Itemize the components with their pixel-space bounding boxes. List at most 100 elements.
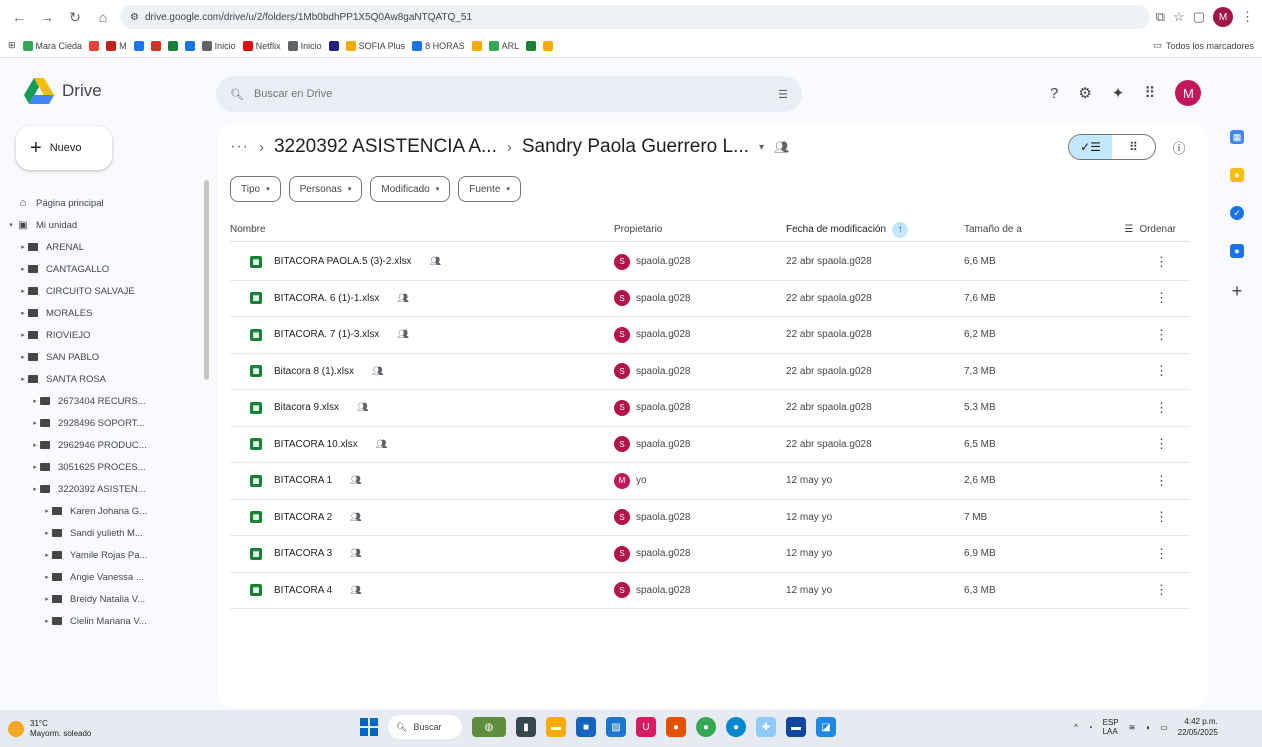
sidebar-folder[interactable]: ▸ 2962946 PRODUC... <box>0 434 206 456</box>
expand-arrow-icon[interactable]: ▸ <box>18 243 28 251</box>
account-avatar[interactable]: M <box>1175 80 1202 106</box>
more-actions-icon[interactable]: ⋮ <box>1104 400 1190 416</box>
app-icon[interactable]: ● <box>666 717 686 737</box>
forward-icon[interactable]: → <box>36 6 58 28</box>
reload-icon[interactable]: ↻ <box>64 6 86 28</box>
bookmark-item[interactable] <box>526 40 537 51</box>
sidebar-folder[interactable]: ▸ 2928496 SOPORT... <box>0 412 206 434</box>
more-actions-icon[interactable]: ⋮ <box>1104 473 1190 489</box>
breadcrumb-more[interactable]: ··· <box>230 138 249 156</box>
browser-profile-avatar[interactable]: M <box>1213 7 1233 27</box>
search-bar[interactable]: 🔍︎ ☰ <box>216 76 802 112</box>
more-actions-icon[interactable]: ⋮ <box>1104 546 1190 562</box>
bookmark-item[interactable]: M <box>106 40 127 51</box>
sidebar-folder[interactable]: ▸ 2673404 RECURS... <box>0 390 206 412</box>
app-icon[interactable]: ◪ <box>816 717 836 737</box>
sidebar-item-home[interactable]: ⌂ Página principal <box>0 192 206 214</box>
keep-icon[interactable]: ● <box>1230 168 1244 182</box>
sidebar-folder[interactable]: ▸ CANTAGALLO <box>0 258 206 280</box>
extensions-icon[interactable]: ▢ <box>1193 9 1205 25</box>
more-actions-icon[interactable]: ⋮ <box>1104 582 1190 598</box>
chevron-down-icon[interactable]: ▾ <box>759 142 764 153</box>
add-addon-icon[interactable]: + <box>1228 281 1246 301</box>
bookmark-item[interactable]: SOFIA Plus <box>345 40 405 51</box>
sidebar-item-my-drive[interactable]: ▾ ▣ Mi unidad <box>0 214 206 236</box>
expand-arrow-icon[interactable]: ▸ <box>30 419 40 427</box>
gemini-icon[interactable]: ✦ <box>1112 84 1125 102</box>
file-row[interactable]: ▦ BITACORA 4 👥︎ Sspaola.g028 12 may yo 6,3 MB… <box>230 573 1190 609</box>
expand-arrow-icon[interactable]: ▸ <box>18 287 28 295</box>
file-name-cell[interactable]: ▦ BITACORA 1 👥︎ <box>230 474 614 487</box>
all-bookmarks[interactable]: ▭ Todos los marcadores <box>1153 40 1254 51</box>
expand-arrow-icon[interactable]: ▸ <box>42 617 52 625</box>
expand-arrow-icon[interactable]: ▸ <box>42 529 52 537</box>
filter-chip-fuente[interactable]: Fuente ▾ <box>458 176 521 202</box>
sidebar-folder[interactable]: ▸ Sandi yulieth M... <box>0 522 206 544</box>
expand-arrow-icon[interactable]: ▸ <box>42 595 52 603</box>
bookmark-item[interactable]: Mara Cieda <box>22 40 82 51</box>
column-modified[interactable]: Fecha de modificación ↑ <box>786 221 964 238</box>
search-options-icon[interactable]: ☰ <box>778 88 788 101</box>
app-icon[interactable]: ▬ <box>786 717 806 737</box>
sort-arrow-icon[interactable]: ↑ <box>892 221 909 238</box>
expand-arrow-icon[interactable]: ▾ <box>6 221 16 229</box>
volume-icon[interactable]: ◖ <box>1145 723 1150 732</box>
widgets-app-icon[interactable]: ◍ <box>472 717 506 737</box>
expand-arrow-icon[interactable]: ▸ <box>30 397 40 405</box>
store-icon[interactable]: ■ <box>576 717 596 737</box>
file-name-cell[interactable]: ▦ BITACORA PAOLA.5 (3)-2.xlsx 👥︎ <box>230 255 614 268</box>
contacts-icon[interactable]: ● <box>1230 244 1244 258</box>
tasks-icon[interactable]: ✓ <box>1230 206 1244 220</box>
file-name-cell[interactable]: ▦ BITACORA 3 👥︎ <box>230 547 614 560</box>
expand-arrow-icon[interactable]: ▸ <box>42 551 52 559</box>
battery-icon[interactable]: ▭ <box>1160 723 1168 732</box>
more-actions-icon[interactable]: ⋮ <box>1104 290 1190 306</box>
sidebar-folder[interactable]: ▸ Breidy Natalia V... <box>0 588 206 610</box>
file-name-cell[interactable]: ▦ BITACORA 4 👥︎ <box>230 584 614 597</box>
sidebar-folder[interactable]: ▸ RIOVIEJO <box>0 324 206 346</box>
sidebar-folder[interactable]: ▸ Angie Vanessa ... <box>0 566 206 588</box>
file-row[interactable]: ▦ BITACORA 2 👥︎ Sspaola.g028 12 may yo 7 MB ⋮ <box>230 500 1190 536</box>
bookmark-item[interactable] <box>543 40 554 51</box>
more-actions-icon[interactable]: ⋮ <box>1104 509 1190 525</box>
sidebar-folder[interactable]: ▸ Cielin Mariana V... <box>0 610 206 632</box>
more-actions-icon[interactable]: ⋮ <box>1104 327 1190 343</box>
bookmark-item[interactable] <box>89 40 100 51</box>
sidebar-folder[interactable]: ▸ SAN PABLO <box>0 346 206 368</box>
windows-start-icon[interactable] <box>360 718 378 736</box>
expand-arrow-icon[interactable]: ▸ <box>42 507 52 515</box>
sort-button[interactable]: ☰ Ordenar <box>1104 224 1190 235</box>
expand-arrow-icon[interactable]: ▸ <box>30 485 40 493</box>
help-icon[interactable]: ? <box>1050 85 1058 102</box>
sidebar-folder[interactable]: ▸ ARENAL <box>0 236 206 258</box>
breadcrumb-parent[interactable]: 3220392 ASISTENCIA A... <box>274 136 497 158</box>
url-bar[interactable]: ⚙ drive.google.com/drive/u/2/folders/1Mb… <box>120 5 1150 29</box>
drive-logo[interactable]: Drive <box>24 78 102 104</box>
clock[interactable]: 4:42 p.m. 22/05/2025 <box>1178 716 1218 738</box>
bookmark-item[interactable] <box>167 40 178 51</box>
bookmark-star-icon[interactable]: ☆ <box>1173 9 1185 25</box>
new-button[interactable]: + Nuevo <box>16 126 112 170</box>
column-size[interactable]: Tamaño de a <box>964 224 1104 235</box>
expand-arrow-icon[interactable]: ▸ <box>42 573 52 581</box>
file-row[interactable]: ▦ BITACORA 10.xlsx 👥︎ Sspaola.g028 22 abr sp… <box>230 427 1190 463</box>
wifi-icon[interactable]: ≋ <box>1129 723 1136 732</box>
more-actions-icon[interactable]: ⋮ <box>1104 436 1190 452</box>
search-icon[interactable]: 🔍︎ <box>230 88 244 101</box>
bookmark-item[interactable] <box>133 40 144 51</box>
file-name-cell[interactable]: ▦ BITACORA. 6 (1)-1.xlsx 👥︎ <box>230 292 614 305</box>
apps-grid-icon[interactable]: ⊞ <box>8 40 16 51</box>
breadcrumb-current[interactable]: Sandry Paola Guerrero L... <box>522 136 749 158</box>
sidebar-folder[interactable]: ▸ 3220392 ASISTEN... <box>0 478 206 500</box>
sidebar-folder[interactable]: ▸ Karen Johana G... <box>0 500 206 522</box>
grid-view-icon[interactable]: ⠿ <box>1112 135 1155 159</box>
bookmark-item[interactable] <box>150 40 161 51</box>
expand-arrow-icon[interactable]: ▸ <box>18 309 28 317</box>
tray-chevron-icon[interactable]: ^ <box>1074 723 1078 732</box>
bookmark-item[interactable] <box>471 40 482 51</box>
back-icon[interactable]: ← <box>8 6 30 28</box>
sidebar-scrollbar[interactable] <box>204 180 209 380</box>
more-actions-icon[interactable]: ⋮ <box>1104 254 1190 270</box>
apps-icon[interactable]: ⠿ <box>1144 84 1155 102</box>
filter-chip-modificado[interactable]: Modificado ▾ <box>370 176 451 202</box>
